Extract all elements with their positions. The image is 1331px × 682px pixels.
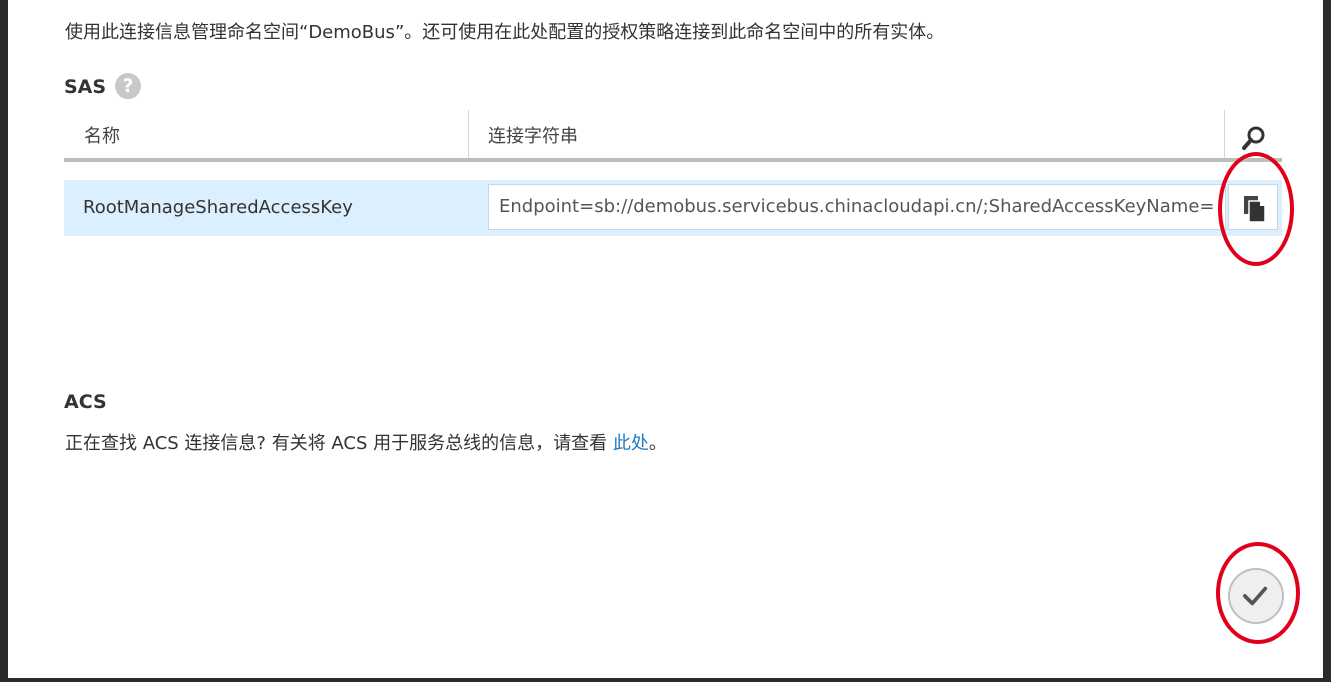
connection-string-field[interactable]	[488, 184, 1226, 230]
acs-here-link[interactable]: 此处	[613, 433, 649, 454]
sas-title: SAS	[64, 76, 107, 98]
search-icon[interactable]	[1240, 124, 1268, 152]
help-icon[interactable]: ?	[115, 73, 141, 99]
annotation-circle	[1216, 542, 1300, 644]
window-left-edge	[0, 0, 8, 682]
column-header-name[interactable]: 名称	[84, 122, 120, 148]
acs-info-text: 正在查找 ACS 连接信息? 有关将 ACS 用于服务总线的信息，请查看 此处。	[65, 429, 667, 455]
intro-text: 使用此连接信息管理命名空间“DemoBus”。还可使用在此处配置的授权策略连接到…	[65, 22, 945, 43]
column-divider	[1224, 110, 1225, 158]
acs-info-message: 正在查找 ACS 连接信息? 有关将 ACS 用于服务总线的信息，请查看	[65, 433, 613, 454]
acs-title: ACS	[64, 391, 107, 413]
column-divider	[468, 110, 469, 158]
connection-info-dialog: 使用此连接信息管理命名空间“DemoBus”。还可使用在此处配置的授权策略连接到…	[8, 0, 1323, 678]
acs-info-suffix: 。	[648, 433, 667, 454]
window-bottom-edge	[0, 678, 1331, 682]
key-name: RootManageSharedAccessKey	[83, 197, 353, 218]
annotation-circle	[1218, 152, 1294, 266]
column-header-connection-string[interactable]: 连接字符串	[488, 122, 578, 148]
table-header: 名称 连接字符串	[64, 110, 1282, 162]
window-right-edge	[1323, 0, 1331, 682]
table-row[interactable]: RootManageSharedAccessKey	[64, 180, 1282, 236]
